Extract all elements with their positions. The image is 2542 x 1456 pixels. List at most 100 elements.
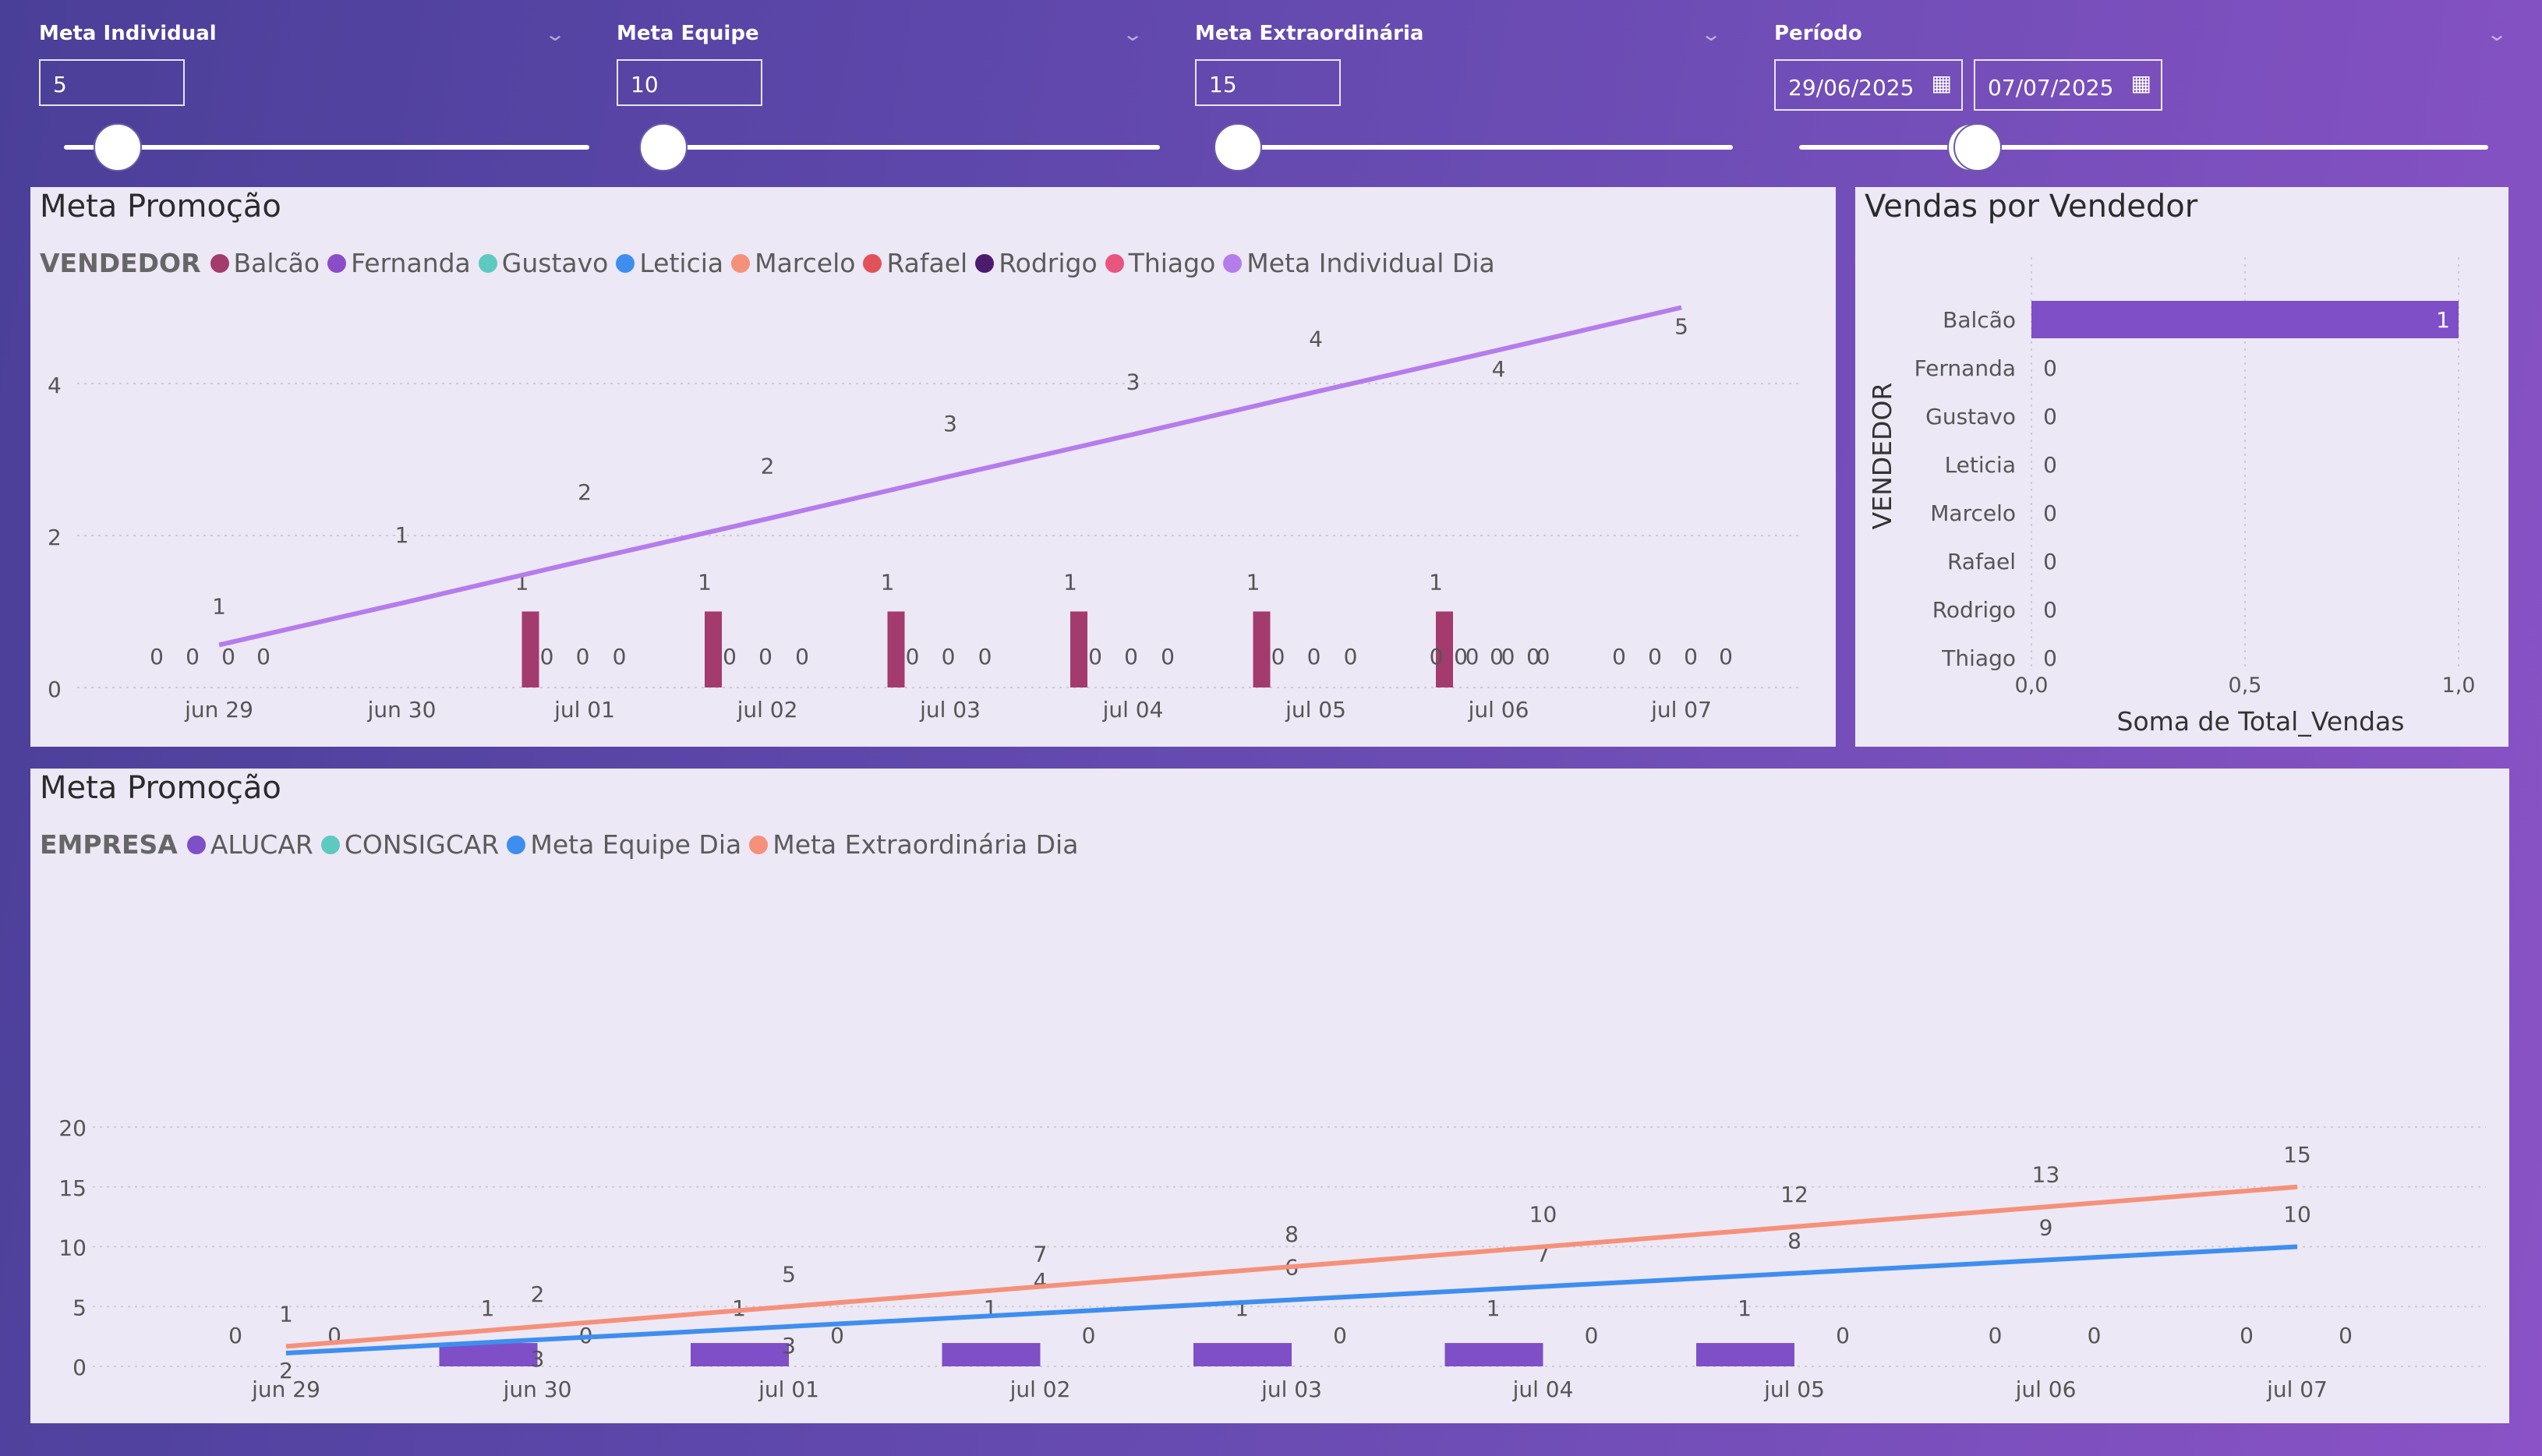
line-label: 4 [1492, 356, 1506, 382]
data-label: 0 [2088, 1323, 2102, 1348]
bar [1070, 611, 1087, 687]
data-label: 0 [2043, 597, 2057, 623]
data-label: 0 [723, 644, 737, 670]
x-tick-label: jun 30 [367, 697, 437, 723]
data-label: 0 [1333, 1323, 1347, 1348]
data-label: 0 [2043, 549, 2057, 574]
line-label: 13 [2032, 1161, 2060, 1187]
bar [691, 1343, 789, 1366]
meta-promocao-empresa-panel: Meta Promoção EMPRESA ALUCAR CONSIGCAR Met… [30, 769, 2509, 1423]
data-label: 1 [1429, 570, 1443, 595]
data-label: 0 [221, 644, 235, 670]
chevron-down-icon[interactable]: ⌄ [544, 23, 566, 45]
slicer-meta-equipe[interactable]: Meta Equipe ⌄ 10 [617, 16, 1160, 171]
line-label: 15 [2283, 1142, 2311, 1168]
x-tick-label: jul 01 [758, 1376, 819, 1402]
line-label: 9 [2039, 1215, 2053, 1241]
x-tick-label: jul 04 [1102, 697, 1164, 723]
meta-promocao-vendedor-panel: Meta Promoção VENDEDOR Balcão Fernanda Gus… [30, 187, 1836, 747]
calendar-icon[interactable]: ▦ [1932, 70, 1952, 96]
line-label: 1 [395, 522, 409, 548]
data-label: 0 [2043, 500, 2057, 526]
slider-handle[interactable] [94, 123, 142, 171]
line-label: 5 [782, 1261, 796, 1287]
line-label: 2 [531, 1281, 545, 1307]
chevron-down-icon[interactable]: ⌄ [1700, 23, 1722, 45]
line-label: 10 [1529, 1202, 1557, 1228]
end-date-input[interactable]: 07/07/2025 ▦ [1974, 59, 2162, 111]
data-label: 0 [1684, 644, 1698, 670]
line-label: 7 [1034, 1242, 1048, 1267]
chevron-down-icon[interactable]: ⌄ [2486, 23, 2508, 45]
line-label: 2 [578, 479, 592, 505]
y-tick-label: 5 [72, 1295, 87, 1320]
y-tick-label: Rodrigo [1932, 597, 2016, 623]
data-label: 0 [1465, 644, 1480, 670]
bar [521, 611, 539, 687]
meta-individual-input[interactable]: 5 [39, 59, 185, 106]
line-label: 12 [1780, 1182, 1808, 1207]
data-label: 0 [1612, 644, 1626, 670]
data-label: 0 [150, 644, 164, 670]
x-axis-title: Soma de Total_Vendas [2117, 706, 2405, 737]
data-label: 0 [2339, 1323, 2353, 1348]
slider-track[interactable] [1799, 145, 2488, 150]
x-tick-label: jun 30 [503, 1376, 572, 1402]
data-label: 0 [1836, 1323, 1850, 1348]
line-bar-chart-empresa: 05101520jun 29 jun 30 jul 01 jul 02 jul 03 ju… [58, 1115, 2486, 1402]
meta-extraordinaria-input[interactable]: 15 [1195, 59, 1341, 106]
calendar-icon[interactable]: ▦ [2131, 70, 2151, 96]
slicer-title: Meta Equipe [617, 22, 759, 45]
data-label: 1 [1738, 1295, 1752, 1321]
data-label: 0 [1344, 644, 1358, 670]
start-date-input[interactable]: 29/06/2025 ▦ [1774, 59, 1963, 111]
data-label: 0 [1271, 644, 1285, 670]
y-tick-label: 2 [48, 525, 62, 550]
x-tick-label: jul 02 [737, 697, 798, 723]
data-label: 0 [1088, 644, 1102, 670]
data-label: 0 [795, 644, 809, 670]
data-label: 1 [2436, 307, 2450, 333]
x-tick-label: jul 06 [2015, 1376, 2077, 1402]
line-label: 1 [212, 593, 226, 619]
meta-equipe-input[interactable]: 10 [617, 59, 762, 106]
data-label: 1 [481, 1295, 495, 1321]
data-label: 0 [942, 644, 956, 670]
y-tick-label: Marcelo [1930, 500, 2016, 526]
data-label: 0 [228, 1323, 242, 1348]
line-label: 10 [2283, 1202, 2311, 1228]
bar [887, 611, 905, 687]
x-tick-label: 0,0 [2015, 673, 2049, 698]
line-label: 8 [1787, 1228, 1801, 1254]
data-label: 0 [978, 644, 992, 670]
y-tick-label: 4 [48, 373, 62, 398]
data-label: 0 [1161, 644, 1175, 670]
data-label: 0 [1989, 1323, 2003, 1348]
data-label: 0 [1719, 644, 1733, 670]
slicer-title: Meta Extraordinária [1195, 22, 1424, 45]
bar [1444, 1343, 1543, 1366]
data-label: 0 [1501, 644, 1515, 670]
y-axis-title: VENDEDOR [1867, 383, 1897, 530]
slicer-meta-individual[interactable]: Meta Individual ⌄ 5 [39, 16, 589, 171]
slider-track[interactable] [64, 145, 589, 150]
line-label: 3 [531, 1346, 545, 1372]
data-label: 1 [1487, 1295, 1501, 1321]
slider-track[interactable] [648, 145, 1160, 150]
data-label: 0 [2043, 355, 2057, 381]
slicer-periodo[interactable]: Período ⌄ 29/06/2025 ▦ 07/07/2025 ▦ [1774, 16, 2515, 171]
vendas-por-vendedor-panel: Vendas por Vendedor 0,0 0,5 1,0 Soma de Tot… [1855, 187, 2508, 747]
slider-handle[interactable] [639, 123, 688, 171]
chevron-down-icon[interactable]: ⌄ [1122, 23, 1144, 45]
slider-handle-end[interactable] [1953, 123, 2002, 171]
data-label: 0 [2043, 645, 2057, 671]
bar [1193, 1343, 1292, 1366]
slider-handle[interactable] [1214, 123, 1262, 171]
slider-track[interactable] [1220, 145, 1733, 150]
line-label: 8 [1285, 1221, 1299, 1247]
slicer-meta-extraordinaria[interactable]: Meta Extraordinária ⌄ 15 [1195, 16, 1733, 171]
y-tick-label: 10 [58, 1235, 87, 1261]
meta-individual-line [218, 305, 1682, 648]
x-tick-label: jun 29 [184, 697, 253, 723]
data-label: 0 [1124, 644, 1138, 670]
